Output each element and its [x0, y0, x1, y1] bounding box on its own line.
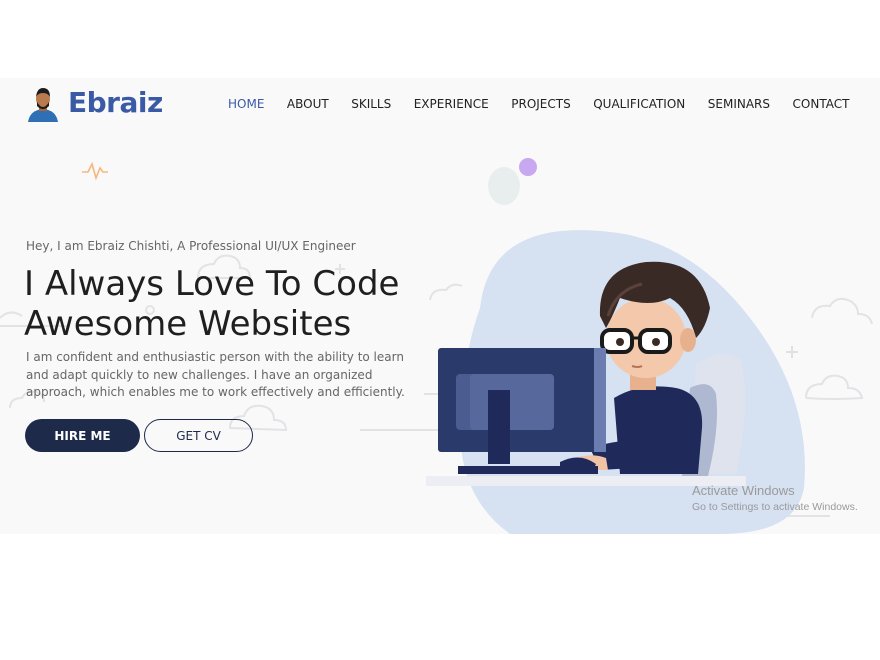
nav-item-experience[interactable]: EXPERIENCE [414, 97, 489, 111]
nav-item-contact[interactable]: CONTACT [793, 97, 850, 111]
hire-me-button[interactable]: HIRE ME [25, 419, 140, 452]
site-header: Ebraiz HOME ABOUT SKILLS EXPERIENCE PROJ… [0, 78, 880, 130]
nav-item-projects[interactable]: PROJECTS [511, 97, 570, 111]
cloud-icon [0, 311, 23, 319]
nav-item-seminars[interactable]: SEMINARS [708, 97, 770, 111]
avatar[interactable] [26, 86, 60, 122]
hero-headline-line1: I Always Love To Code [24, 264, 400, 304]
main-nav: HOME ABOUT SKILLS EXPERIENCE PROJECTS QU… [228, 97, 872, 111]
nav-item-qualification[interactable]: QUALIFICATION [593, 97, 685, 111]
brand-name[interactable]: Ebraiz [68, 86, 163, 119]
watermark-title: Activate Windows [692, 483, 795, 498]
hero-intro: Hey, I am Ebraiz Chishti, A Professional… [26, 239, 356, 253]
nav-item-skills[interactable]: SKILLS [351, 97, 391, 111]
watermark-subtitle: Go to Settings to activate Windows. [692, 501, 858, 513]
hero-headline-line2: Awesome Websites [24, 304, 352, 344]
hero-headline: I Always Love To Code Awesome Websites [24, 264, 424, 344]
nav-item-about[interactable]: ABOUT [287, 97, 329, 111]
get-cv-button[interactable]: GET CV [144, 419, 253, 452]
hero-description: I am confident and enthusiastic person w… [26, 350, 405, 400]
nav-item-home[interactable]: HOME [228, 97, 264, 111]
activate-windows-watermark: Activate Windows Go to Settings to activ… [692, 483, 858, 514]
pulse-icon [82, 161, 108, 181]
portfolio-site: Ebraiz HOME ABOUT SKILLS EXPERIENCE PROJ… [0, 78, 880, 534]
